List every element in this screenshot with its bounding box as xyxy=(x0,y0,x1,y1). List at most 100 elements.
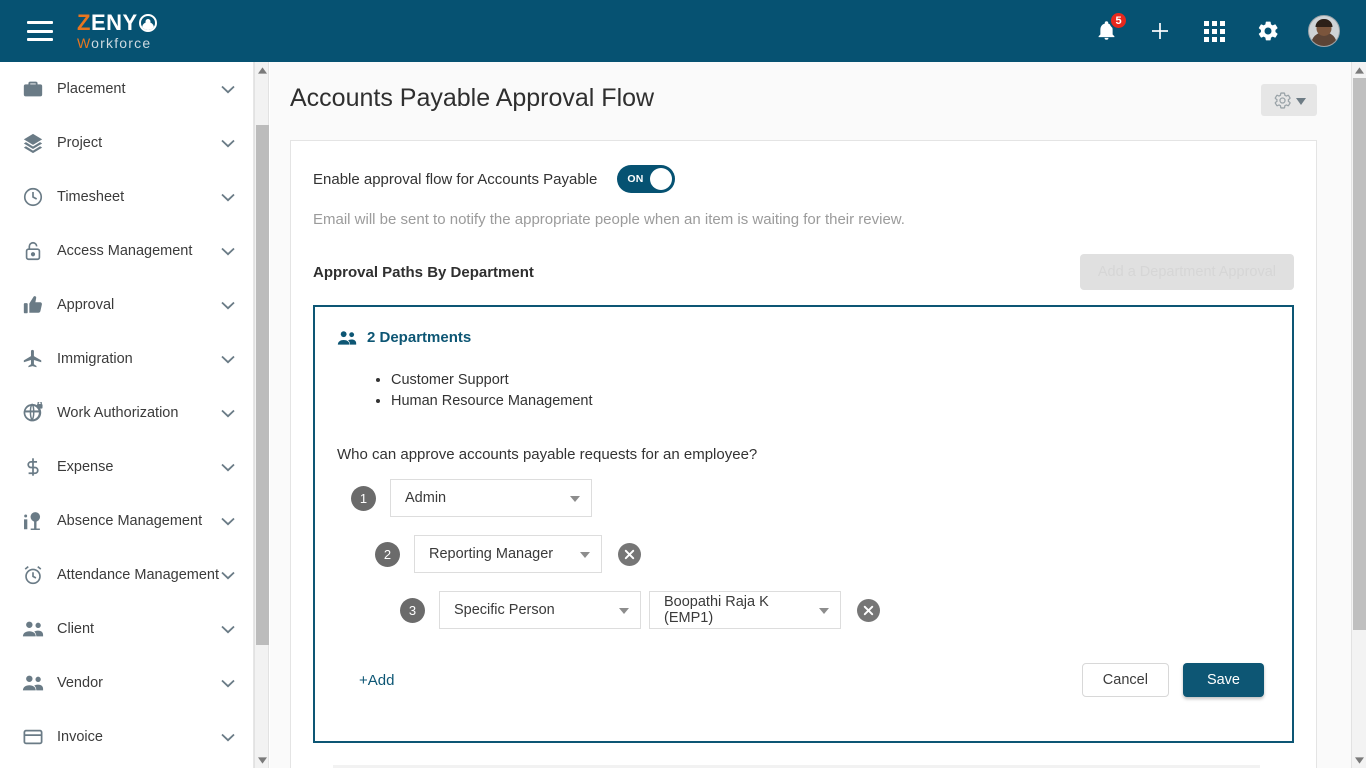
sidebar-scroll-thumb[interactable] xyxy=(256,125,269,645)
dollar-icon xyxy=(20,454,46,480)
sidebar-item-label: Immigration xyxy=(57,351,133,367)
grid-apps-icon xyxy=(1203,20,1225,42)
sidebar-scroll-down-arrow[interactable] xyxy=(255,752,270,768)
add-button[interactable] xyxy=(1146,17,1174,45)
approval-paths-section-header: Approval Paths By Department Add a Depar… xyxy=(313,254,1294,290)
sidebar-item-project[interactable]: Project xyxy=(0,116,253,170)
toggle-state-text: ON xyxy=(627,173,644,185)
settings-button[interactable] xyxy=(1254,17,1282,45)
chevron-down-icon[interactable] xyxy=(221,409,235,418)
approval-steps: 1 Admin 2 Reporting Manager 3 Specific Person… xyxy=(337,479,1266,629)
top-navigation-bar: Z ENY Workforce 5 xyxy=(0,0,1366,62)
main-content-area: Accounts Payable Approval Flow Enable ap… xyxy=(270,62,1351,768)
approver-type-select[interactable]: Specific Person xyxy=(439,591,641,629)
sidebar-item-expense[interactable]: Expense xyxy=(0,440,253,494)
chevron-down-icon[interactable] xyxy=(221,517,235,526)
enable-approval-toggle[interactable]: ON xyxy=(617,165,676,193)
gear-outline-icon xyxy=(1273,91,1292,110)
logo-word-workforce: orkforce xyxy=(91,35,152,51)
sidebar-scrollbar[interactable] xyxy=(254,62,269,768)
triangle-down-icon xyxy=(258,756,267,764)
approval-step-row: 1 Admin xyxy=(351,479,1266,517)
user-avatar[interactable] xyxy=(1308,15,1340,47)
sidebar-item-access-management[interactable]: Access Management xyxy=(0,224,253,278)
step-number-badge: 2 xyxy=(375,541,400,567)
card-icon xyxy=(20,724,46,750)
notification-count-badge: 5 xyxy=(1109,11,1128,30)
people-icon xyxy=(20,616,46,642)
cancel-button[interactable]: Cancel xyxy=(1081,663,1169,697)
chevron-down-icon[interactable] xyxy=(221,85,235,94)
lock-icon xyxy=(20,238,46,264)
remove-step-button[interactable] xyxy=(857,598,880,622)
sidebar-item-timesheet[interactable]: Timesheet xyxy=(0,170,253,224)
toggle-knob xyxy=(650,168,673,190)
approval-question: Who can approve accounts payable request… xyxy=(337,446,758,463)
app-logo: Z ENY Workforce xyxy=(77,12,157,50)
chevron-down-icon[interactable] xyxy=(221,193,235,202)
page-scroll-thumb[interactable] xyxy=(1353,78,1366,630)
chevron-down-icon[interactable] xyxy=(221,247,235,256)
approval-help-text: Email will be sent to notify the appropr… xyxy=(313,211,905,228)
sidebar-item-list: Placement Project Timesheet Access Manageme… xyxy=(0,62,253,764)
sidebar-item-client[interactable]: Client xyxy=(0,602,253,656)
hamburger-menu-icon[interactable] xyxy=(27,21,53,41)
triangle-up-icon xyxy=(1355,66,1364,74)
chevron-down-icon[interactable] xyxy=(221,355,235,364)
sidebar-item-immigration[interactable]: Immigration xyxy=(0,332,253,386)
airplane-icon xyxy=(20,346,46,372)
caret-down-icon xyxy=(819,602,829,618)
page-scroll-down-arrow[interactable] xyxy=(1352,752,1366,768)
add-approver-link[interactable]: +Add xyxy=(359,672,394,689)
page-scroll-up-arrow[interactable] xyxy=(1352,62,1366,78)
sidebar-item-label: Approval xyxy=(57,297,115,313)
remove-step-button[interactable] xyxy=(618,542,641,566)
sidebar-navigation: Placement Project Timesheet Access Manageme… xyxy=(0,62,254,768)
chevron-down-icon[interactable] xyxy=(221,571,235,580)
chevron-down-icon[interactable] xyxy=(221,301,235,310)
triangle-down-icon xyxy=(1355,756,1364,764)
page-settings-button[interactable] xyxy=(1261,84,1317,116)
person-tree-icon xyxy=(20,508,46,534)
briefcase-icon xyxy=(20,76,46,102)
sidebar-item-placement[interactable]: Placement xyxy=(0,62,253,116)
chevron-down-icon[interactable] xyxy=(221,733,235,742)
sidebar-item-attendance-management[interactable]: Attendance Management xyxy=(0,548,253,602)
department-count-header: 2 Departments xyxy=(337,329,1266,346)
approver-type-select[interactable]: Admin xyxy=(390,479,592,517)
step-number-badge: 1 xyxy=(351,485,376,511)
chevron-down-icon[interactable] xyxy=(221,625,235,634)
chevron-down-icon[interactable] xyxy=(221,463,235,472)
approver-type-select[interactable]: Reporting Manager xyxy=(414,535,602,573)
sidebar-item-label: Invoice xyxy=(57,729,103,745)
sidebar-item-label: Access Management xyxy=(57,243,193,259)
page-scrollbar[interactable] xyxy=(1351,62,1366,768)
sidebar-item-approval[interactable]: Approval xyxy=(0,278,253,332)
topbar-actions: 5 xyxy=(1092,11,1340,47)
alarm-clock-icon xyxy=(20,562,46,588)
specific-person-select[interactable]: Boopathi Raja K (EMP1) xyxy=(649,591,841,629)
approver-type-value: Reporting Manager xyxy=(429,546,554,562)
sidebar-item-label: Work Authorization xyxy=(57,405,179,421)
add-department-approval-button: Add a Department Approval xyxy=(1079,254,1294,290)
sidebar-item-invoice[interactable]: Invoice xyxy=(0,710,253,764)
sidebar-item-label: Attendance Management xyxy=(57,567,220,583)
apps-launcher-button[interactable] xyxy=(1200,17,1228,45)
globe-lock-icon xyxy=(20,400,46,426)
sidebar-scroll-up-arrow[interactable] xyxy=(255,62,270,78)
sidebar-item-work-authorization[interactable]: Work Authorization xyxy=(0,386,253,440)
specific-person-value: Boopathi Raja K (EMP1) xyxy=(664,594,769,626)
notifications-button[interactable]: 5 xyxy=(1092,11,1128,45)
sidebar-item-absence-management[interactable]: Absence Management xyxy=(0,494,253,548)
sidebar-item-vendor[interactable]: Vendor xyxy=(0,656,253,710)
approval-step-row: 3 Specific Person Boopathi Raja K (EMP1) xyxy=(400,591,1266,629)
sidebar-item-label: Absence Management xyxy=(57,513,203,529)
logo-letter-w: W xyxy=(77,35,92,51)
clock-icon xyxy=(20,184,46,210)
chevron-down-icon[interactable] xyxy=(221,679,235,688)
chevron-down-icon[interactable] xyxy=(221,139,235,148)
department-list-item: Customer Support xyxy=(391,370,1266,391)
save-button[interactable]: Save xyxy=(1182,663,1264,697)
layers-icon xyxy=(20,130,46,156)
plus-icon xyxy=(1152,23,1168,39)
